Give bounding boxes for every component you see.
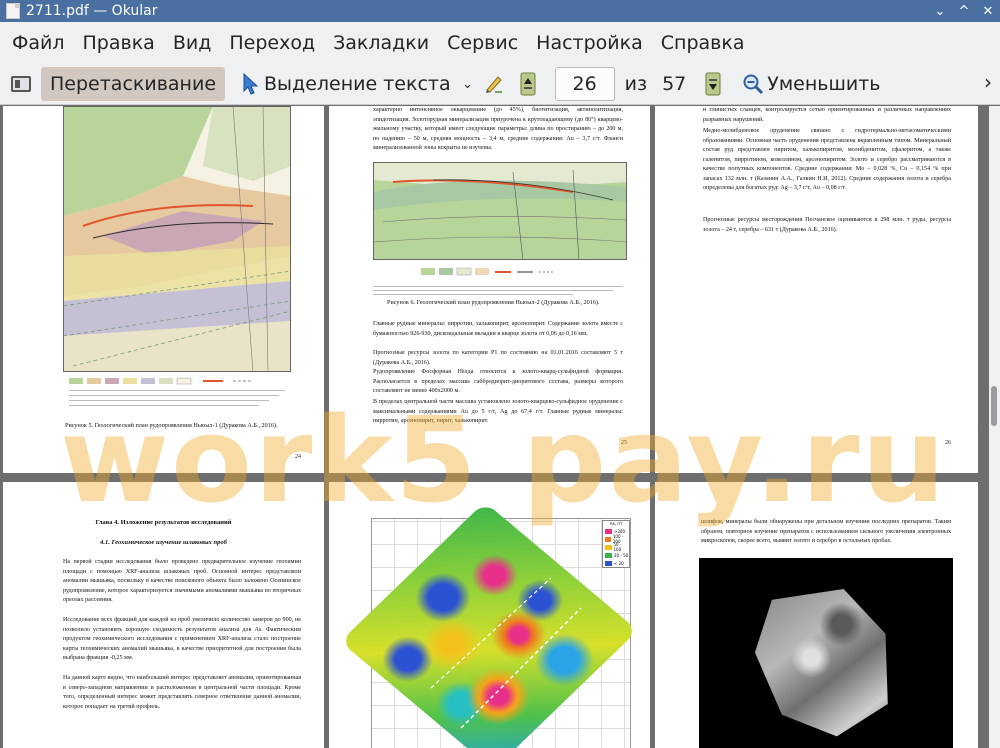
sidebar-toggle-button[interactable]	[8, 71, 34, 97]
menu-go[interactable]: Переход	[220, 22, 324, 64]
page-25-paragraph-2: Прогнозные ресурсы золота по категории Р…	[373, 350, 623, 366]
figure-6-legend	[421, 267, 555, 276]
next-page-icon[interactable]	[702, 71, 724, 97]
menu-help[interactable]: Справка	[652, 22, 754, 64]
as-legend-item-5: < 20	[614, 560, 624, 566]
page-26-paragraph-2: Прогнозные ресурсы месторождения Песчанс…	[703, 217, 951, 233]
page-26-paragraph-1: Медно-молибденовое оруденение связано с …	[703, 128, 951, 191]
page-number-24: 24	[295, 454, 301, 460]
as-legend-item-3: 50 - 100	[613, 542, 622, 552]
tool-dropdown-arrow[interactable]: ⌄	[459, 74, 477, 94]
section-4-1-heading: 4.1. Геохимическое изучение шлаковых про…	[100, 539, 227, 546]
zoom-out-icon	[743, 74, 764, 95]
page-25-paragraph-1: Главные рудные минералы: пирротин, хальк…	[373, 321, 623, 337]
menu-settings[interactable]: Настройка	[527, 22, 652, 64]
page-24[interactable]: Рисунок 5. Геологический план рудопроявл…	[3, 106, 324, 473]
page-25[interactable]: характерно интенсивное окварцевание (до …	[329, 106, 650, 473]
arsenic-anomaly-map: As, г/т >200 100 - 200 50 - 100 20 - 50 …	[340, 501, 638, 748]
pdf-file-icon	[6, 3, 20, 19]
figure-6-caption: Рисунок 6. Геологический план рудопроявл…	[387, 299, 600, 306]
page-27-paragraph-3: На данной карте видно, что наибольший ин…	[63, 675, 301, 710]
vertical-scrollbar[interactable]	[989, 106, 1000, 748]
page-26-top-text: и глинистых сланцев, контролируется сеть…	[703, 107, 951, 123]
page-25-paragraph-4: В пределах центральной части массива уст…	[373, 399, 623, 424]
page-28[interactable]: As, г/т >200 100 - 200 50 - 100 20 - 50 …	[329, 482, 650, 748]
figure-6-legend-notes	[373, 286, 623, 295]
annotate-pen-icon[interactable]	[483, 71, 505, 97]
menu-tools[interactable]: Сервис	[438, 22, 527, 64]
menu-bookmarks[interactable]: Закладки	[324, 22, 438, 64]
figure-5-caption: Рисунок 5. Геологический план рудопроявл…	[65, 422, 278, 429]
page-26[interactable]: и глинистых сланцев, контролируется сеть…	[655, 106, 978, 473]
page-number-input[interactable]: 26	[554, 67, 615, 101]
geologic-map-figure-5	[63, 106, 291, 372]
as-legend: As, г/т >200 100 - 200 50 - 100 20 - 50 …	[602, 520, 630, 568]
sidebar-icon	[11, 76, 31, 92]
toolbar-overflow-button[interactable]: ›	[984, 70, 992, 94]
page-number-26: 26	[945, 440, 951, 446]
menu-edit[interactable]: Правка	[74, 22, 164, 64]
window-title: 2711.pdf — Okular	[26, 3, 158, 19]
main-toolbar: Перетаскивание Выделение текста ⌄ 26 из …	[0, 64, 1000, 105]
page-25-top-text: характерно интенсивное окварцевание (до …	[373, 107, 623, 151]
previous-page-icon[interactable]	[517, 71, 539, 97]
page-29-top-text: шлифов, минералы были обнаружены при дет…	[701, 519, 951, 544]
page-29[interactable]: шлифов, минералы были обнаружены при дет…	[655, 482, 978, 748]
page-27-paragraph-2: Исследование всех фракций для каждой из …	[63, 617, 301, 661]
text-select-tool-label: Выделение текста	[264, 73, 451, 95]
zoom-out-label: Уменьшить	[767, 73, 881, 95]
document-view[interactable]: Рисунок 5. Геологический план рудопроявл…	[0, 106, 989, 748]
geologic-map-figure-6	[373, 162, 627, 260]
survey-profile-lines	[430, 577, 582, 729]
minimize-button[interactable]: ⌄	[928, 0, 952, 22]
menu-file[interactable]: Файл	[3, 22, 74, 64]
okular-window: 2711.pdf — Okular ⌄ ^ ✕ Файл Правка Вид …	[0, 0, 1000, 748]
chapter-4-heading: Глава 4. Изложение результатов исследова…	[95, 519, 232, 526]
text-select-cursor-icon	[241, 73, 259, 95]
zoom-out-button[interactable]: Уменьшить	[742, 73, 880, 95]
maximize-button[interactable]: ^	[952, 0, 976, 22]
browse-tool-label: Перетаскивание	[50, 73, 217, 95]
close-button[interactable]: ✕	[976, 0, 1000, 22]
as-legend-item-1: >200	[614, 528, 625, 534]
page-27[interactable]: Глава 4. Изложение результатов исследова…	[3, 482, 324, 748]
text-select-tool-button[interactable]: Выделение текста	[264, 67, 451, 101]
page-of-label: из	[624, 73, 648, 95]
as-legend-item-4: 20 - 50	[614, 552, 629, 558]
mineral-grain	[741, 570, 911, 748]
page-25-paragraph-3: Рудопроявление Фосфорная Нёлда относится…	[373, 369, 623, 394]
browse-tool-button[interactable]: Перетаскивание	[41, 67, 226, 101]
menu-view[interactable]: Вид	[164, 22, 221, 64]
page-number-25: 25	[621, 440, 627, 446]
scrollbar-thumb[interactable]	[991, 386, 997, 426]
menu-bar: Файл Правка Вид Переход Закладки Сервис …	[0, 22, 1000, 64]
figure-5-legend	[69, 377, 285, 406]
page-27-paragraph-1: На первой стадии исследования было прове…	[63, 559, 301, 603]
sem-micrograph	[699, 558, 953, 748]
total-pages-label: 57	[662, 73, 687, 95]
title-bar: 2711.pdf — Okular ⌄ ^ ✕	[0, 0, 1000, 22]
